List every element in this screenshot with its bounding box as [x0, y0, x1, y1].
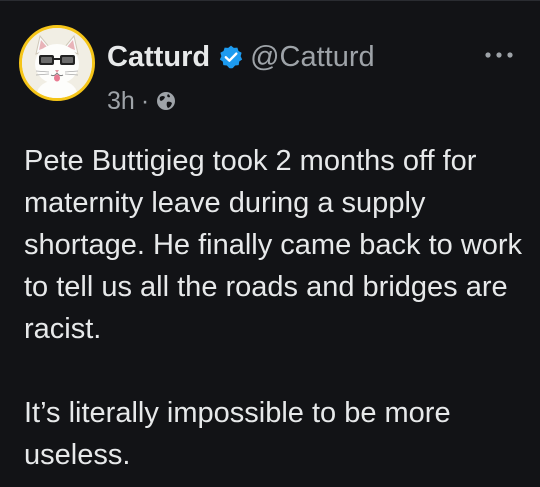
meta-separator: · [140, 86, 150, 115]
author-avatar[interactable] [19, 25, 95, 101]
author-handle[interactable]: @Catturd [250, 41, 375, 74]
cat-with-glasses-avatar [22, 28, 92, 98]
tweet-paragraph: It’s literally impossible to be more use… [24, 397, 451, 471]
verified-badge-icon [218, 44, 244, 70]
more-options-icon[interactable] [482, 45, 516, 65]
globe-icon [155, 90, 177, 112]
tweet-timestamp[interactable]: 3h [107, 87, 135, 116]
tweet-text: Pete Buttigieg took 2 months off for mat… [24, 140, 524, 476]
tweet-card[interactable]: Catturd @Catturd 3h · Pete Buttigieg too… [0, 0, 540, 487]
author-display-name[interactable]: Catturd [107, 41, 210, 74]
tweet-paragraph: Pete Buttigieg took 2 months off for mat… [24, 145, 523, 345]
tweet-meta: 3h · [107, 86, 177, 116]
author-name-row: Catturd @Catturd [107, 39, 375, 75]
